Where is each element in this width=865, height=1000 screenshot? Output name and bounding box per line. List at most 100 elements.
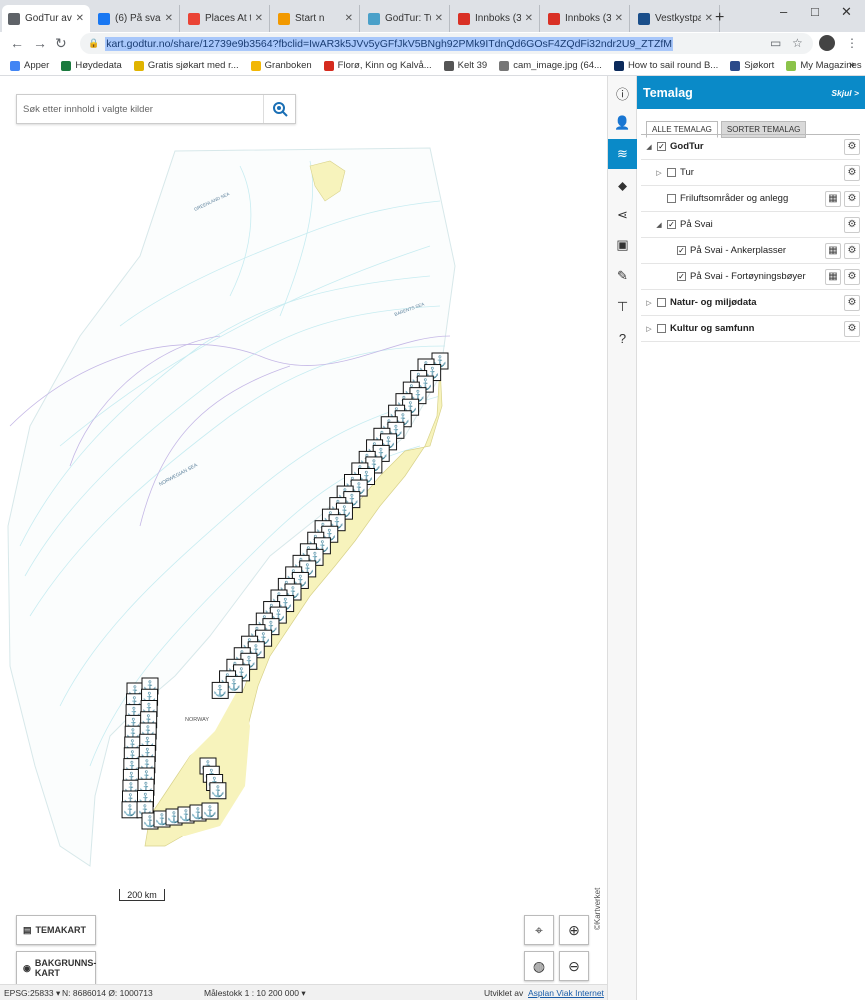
search-gear-icon xyxy=(272,102,288,117)
browser-tab[interactable]: GodTur: Tu ✕ xyxy=(362,5,450,32)
gear-icon[interactable]: ⚙ xyxy=(844,164,860,181)
layer-checkbox[interactable] xyxy=(667,194,676,203)
tab-title: GodTur: Tu xyxy=(385,13,431,24)
table-icon[interactable]: ▦ xyxy=(825,268,841,285)
reload-icon[interactable]: ↻ xyxy=(55,35,67,52)
user-icon[interactable]: 👤 xyxy=(608,108,637,138)
browser-tab[interactable]: Innboks (3 ✕ xyxy=(542,5,630,32)
forward-icon[interactable]: → xyxy=(33,35,47,51)
new-tab-button[interactable]: + xyxy=(715,9,724,27)
cast-icon[interactable]: ▭ xyxy=(770,36,781,50)
help-icon[interactable]: ? xyxy=(608,323,637,353)
bookmark-item[interactable]: Apper xyxy=(10,60,49,71)
tab-close-icon[interactable]: ✕ xyxy=(435,13,443,24)
browser-tab[interactable]: (6) På svai ✕ xyxy=(92,5,180,32)
scale-select[interactable]: Målestokk 1 : 10 200 000 ▾ xyxy=(204,988,306,999)
browser-tab[interactable]: Vestkystpa ✕ xyxy=(632,5,720,32)
expand-toggle-icon[interactable]: ▷ xyxy=(645,299,653,307)
tab-title: (6) På svai xyxy=(115,13,161,24)
bookmark-item[interactable]: cam_image.jpg (64... xyxy=(499,60,602,71)
tab-close-icon[interactable]: ✕ xyxy=(705,13,713,24)
layer-checkbox[interactable]: ✓ xyxy=(677,246,686,255)
browser-tab[interactable]: Places At th ✕ xyxy=(182,5,270,32)
back-icon[interactable]: ← xyxy=(10,35,24,51)
browser-tab[interactable]: Start n ✕ xyxy=(272,5,360,32)
layer-checkbox[interactable] xyxy=(657,324,666,333)
layer-checkbox[interactable]: ✓ xyxy=(657,142,666,151)
search-input[interactable] xyxy=(17,95,257,123)
tab-close-icon[interactable]: ✕ xyxy=(345,13,353,24)
gear-icon[interactable]: ⚙ xyxy=(844,320,860,337)
gear-icon[interactable]: ⚙ xyxy=(844,190,860,207)
layer-checkbox[interactable]: ✓ xyxy=(667,220,676,229)
map-book-icon: ▤ xyxy=(23,924,32,935)
gear-icon[interactable]: ⚙ xyxy=(844,294,860,311)
bookmark-item[interactable]: Kelt 39 xyxy=(443,60,487,71)
table-icon[interactable]: ▦ xyxy=(825,242,841,259)
expand-toggle-icon[interactable]: ▷ xyxy=(655,169,663,177)
browser-tab[interactable]: Innboks (3 ✕ xyxy=(452,5,540,32)
globe-view-button[interactable]: ◍ xyxy=(524,951,554,981)
omnibox[interactable]: 🔒 kart.godtur.no/share/12739e9b3564?fbcl… xyxy=(80,33,813,54)
zoom-out-button[interactable]: ⊖ xyxy=(559,951,589,981)
bookmark-star-icon[interactable]: ☆ xyxy=(792,36,803,50)
tab-close-icon[interactable]: ✕ xyxy=(165,13,173,24)
map-canvas[interactable]: NORWAY NORWEGIAN SEA BARENTS SEA GREENLA… xyxy=(0,146,607,886)
bookmark-item[interactable]: Florø, Kinn og Kalvå... xyxy=(323,60,432,71)
bakgrunnskart-button[interactable]: ◉ BAKGRUNNS- KART xyxy=(16,951,96,985)
expand-toggle-icon[interactable]: ▷ xyxy=(645,325,653,333)
layer-checkbox[interactable]: ✓ xyxy=(677,272,686,281)
lock-icon: 🔒 xyxy=(88,38,100,48)
hide-panel-button[interactable]: Skjul > xyxy=(831,88,859,98)
layer-row[interactable]: ▷ Natur- og miljødata ⚙ xyxy=(641,290,860,316)
zoom-in-button[interactable]: ⊕ xyxy=(559,915,589,945)
bookmarks-more-button[interactable]: » xyxy=(849,59,855,71)
profile-avatar[interactable] xyxy=(819,35,835,51)
briefcase-icon[interactable]: ▣ xyxy=(608,230,637,260)
minimize-button[interactable]: – xyxy=(780,4,787,19)
bookmark-item[interactable]: Granboken xyxy=(250,60,312,71)
share-icon[interactable]: ⋖ xyxy=(608,200,637,230)
gear-icon[interactable]: ⚙ xyxy=(844,268,860,285)
bookmark-item[interactable]: Gratis sjøkart med r... xyxy=(133,60,239,71)
layer-checkbox[interactable] xyxy=(657,298,666,307)
bookmark-item[interactable]: Høydedata xyxy=(61,60,122,71)
expand-toggle-icon[interactable]: ◢ xyxy=(645,143,653,151)
info-icon[interactable]: ⓘ xyxy=(608,78,637,108)
tag-icon[interactable]: ⬥ xyxy=(608,171,637,201)
browser-tab[interactable]: GodTur ava ✕ xyxy=(2,5,90,32)
expand-toggle-icon[interactable]: ◢ xyxy=(655,221,663,229)
tab-close-icon[interactable]: ✕ xyxy=(76,13,84,24)
map-area[interactable]: NORWAY NORWEGIAN SEA BARENTS SEA GREENLA… xyxy=(0,76,607,1000)
gear-icon[interactable]: ⚙ xyxy=(844,216,860,233)
layer-checkbox[interactable] xyxy=(667,168,676,177)
menu-icon[interactable]: ⋮ xyxy=(846,36,858,50)
tab-close-icon[interactable]: ✕ xyxy=(255,13,263,24)
signpost-icon[interactable]: ⊤ xyxy=(608,292,637,322)
bookmark-item[interactable]: Sjøkort xyxy=(730,60,774,71)
search-button[interactable] xyxy=(263,95,295,123)
tab-close-icon[interactable]: ✕ xyxy=(615,13,623,24)
pencil-icon[interactable]: ✎ xyxy=(608,261,637,291)
layer-row[interactable]: ◢ ✓ På Svai ⚙ xyxy=(641,212,860,238)
bookmark-item[interactable]: How to sail round B... xyxy=(613,60,718,71)
maximize-button[interactable]: □ xyxy=(811,4,819,19)
layer-row[interactable]: ✓ På Svai - Ankerplasser ▦ ⚙ xyxy=(641,238,860,264)
tab-close-icon[interactable]: ✕ xyxy=(525,13,533,24)
gear-icon[interactable]: ⚙ xyxy=(844,242,860,259)
layer-row[interactable]: ▷ Tur ⚙ xyxy=(641,160,860,186)
close-window-button[interactable]: ✕ xyxy=(841,4,852,20)
locate-button[interactable]: ⌖ xyxy=(524,915,554,945)
layer-row[interactable]: ▷ Kultur og samfunn ⚙ xyxy=(641,316,860,342)
url-text[interactable]: kart.godtur.no/share/12739e9b3564?fbclid… xyxy=(105,36,674,51)
developer-link[interactable]: Asplan Viak Internet xyxy=(528,988,604,998)
epsg-select[interactable]: EPSG:25833 ▾ xyxy=(4,988,60,999)
layer-row[interactable]: ◢ ✓ GodTur ⚙ xyxy=(641,134,860,160)
gear-icon[interactable]: ⚙ xyxy=(844,138,860,155)
table-icon[interactable]: ▦ xyxy=(825,190,841,207)
layer-row[interactable]: Friluftsområder og anlegg ▦ ⚙ xyxy=(641,186,860,212)
layers-icon[interactable]: ≋ xyxy=(608,139,637,169)
temakart-button[interactable]: ▤ TEMAKART xyxy=(16,915,96,945)
layer-row[interactable]: ✓ På Svai - Fortøyningsbøyer ▦ ⚙ xyxy=(641,264,860,290)
bookmark-favicon-icon xyxy=(786,60,797,71)
